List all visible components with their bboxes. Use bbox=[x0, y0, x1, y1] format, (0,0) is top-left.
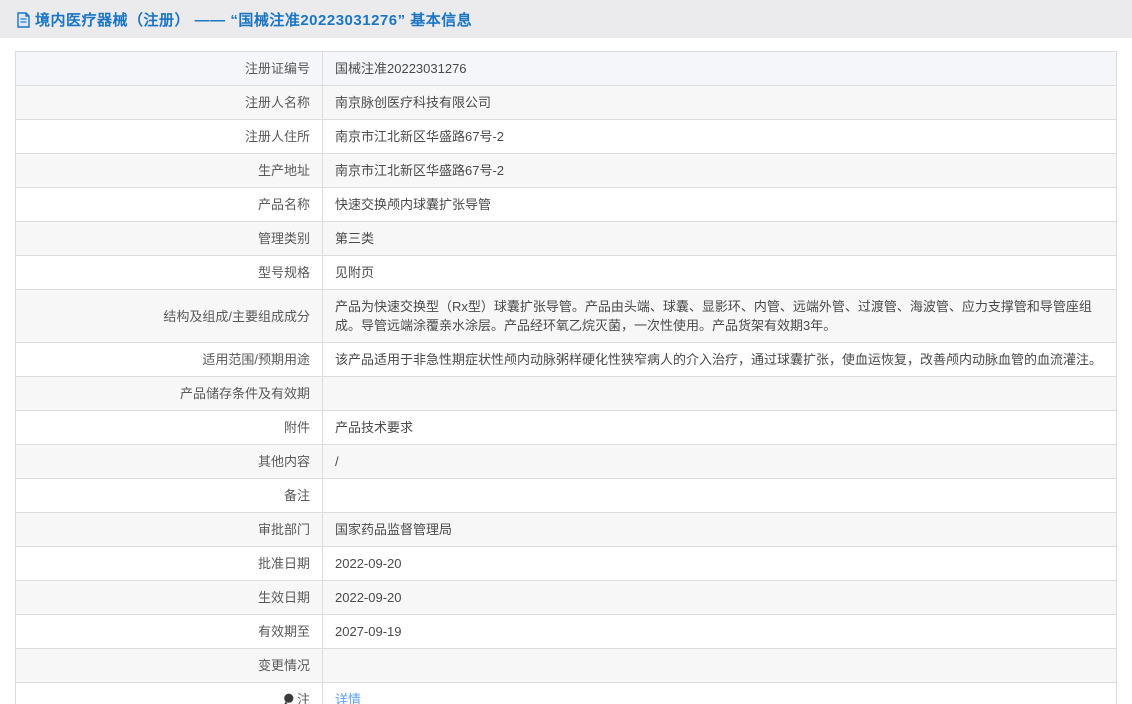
row-value: 国械注准20223031276 bbox=[323, 52, 1117, 86]
row-value: 详情 bbox=[323, 683, 1117, 704]
content-panel: 注册证编号国械注准20223031276注册人名称南京脉创医疗科技有限公司注册人… bbox=[0, 38, 1132, 704]
row-label: 附件 bbox=[16, 411, 323, 445]
row-value: 快速交换颅内球囊扩张导管 bbox=[323, 188, 1117, 222]
table-row: 型号规格见附页 bbox=[16, 256, 1117, 290]
row-label: 适用范围/预期用途 bbox=[16, 343, 323, 377]
row-label: 审批部门 bbox=[16, 513, 323, 547]
row-label: 注册人住所 bbox=[16, 120, 323, 154]
row-value: 见附页 bbox=[323, 256, 1117, 290]
table-row: 批准日期2022-09-20 bbox=[16, 547, 1117, 581]
row-value: / bbox=[323, 445, 1117, 479]
row-value: 产品为快速交换型（Rx型）球囊扩张导管。产品由头端、球囊、显影环、内管、远端外管… bbox=[323, 290, 1117, 343]
detail-link[interactable]: 详情 bbox=[335, 692, 361, 704]
row-value: 南京脉创医疗科技有限公司 bbox=[323, 86, 1117, 120]
row-label: 批准日期 bbox=[16, 547, 323, 581]
table-row: 产品储存条件及有效期 bbox=[16, 377, 1117, 411]
table-row: 附件产品技术要求 bbox=[16, 411, 1117, 445]
table-row: 注册证编号国械注准20223031276 bbox=[16, 52, 1117, 86]
row-value: 第三类 bbox=[323, 222, 1117, 256]
row-label: 生效日期 bbox=[16, 581, 323, 615]
row-value: 南京市江北新区华盛路67号-2 bbox=[323, 120, 1117, 154]
table-row: 备注 bbox=[16, 479, 1117, 513]
table-row: 生产地址南京市江北新区华盛路67号-2 bbox=[16, 154, 1117, 188]
row-value: 产品技术要求 bbox=[323, 411, 1117, 445]
row-value: 2022-09-20 bbox=[323, 547, 1117, 581]
row-label: 有效期至 bbox=[16, 615, 323, 649]
row-label: 型号规格 bbox=[16, 256, 323, 290]
row-label: 注 bbox=[16, 683, 323, 704]
registration-table: 注册证编号国械注准20223031276注册人名称南京脉创医疗科技有限公司注册人… bbox=[15, 51, 1117, 704]
row-value: 南京市江北新区华盛路67号-2 bbox=[323, 154, 1117, 188]
row-value: 该产品适用于非急性期症状性颅内动脉粥样硬化性狭窄病人的介入治疗，通过球囊扩张，使… bbox=[323, 343, 1117, 377]
table-row: 有效期至2027-09-19 bbox=[16, 615, 1117, 649]
table-row: 管理类别第三类 bbox=[16, 222, 1117, 256]
row-label: 生产地址 bbox=[16, 154, 323, 188]
title-bar: 境内医疗器械（注册） —— “国械注准20223031276” 基本信息 bbox=[0, 0, 1132, 38]
row-label: 结构及组成/主要组成成分 bbox=[16, 290, 323, 343]
row-label: 注册证编号 bbox=[16, 52, 323, 86]
row-value bbox=[323, 649, 1117, 683]
page-title: 境内医疗器械（注册） —— “国械注准20223031276” 基本信息 bbox=[35, 9, 472, 30]
row-label: 管理类别 bbox=[16, 222, 323, 256]
row-label: 变更情况 bbox=[16, 649, 323, 683]
row-label: 备注 bbox=[16, 479, 323, 513]
table-row: 结构及组成/主要组成成分产品为快速交换型（Rx型）球囊扩张导管。产品由头端、球囊… bbox=[16, 290, 1117, 343]
row-label: 其他内容 bbox=[16, 445, 323, 479]
table-row: 注册人住所南京市江北新区华盛路67号-2 bbox=[16, 120, 1117, 154]
table-row: 适用范围/预期用途该产品适用于非急性期症状性颅内动脉粥样硬化性狭窄病人的介入治疗… bbox=[16, 343, 1117, 377]
row-label: 注册人名称 bbox=[16, 86, 323, 120]
table-row: 变更情况 bbox=[16, 649, 1117, 683]
note-icon bbox=[283, 692, 294, 704]
table-row: 审批部门国家药品监督管理局 bbox=[16, 513, 1117, 547]
row-value bbox=[323, 377, 1117, 411]
table-row: 注册人名称南京脉创医疗科技有限公司 bbox=[16, 86, 1117, 120]
row-value: 国家药品监督管理局 bbox=[323, 513, 1117, 547]
document-icon bbox=[16, 12, 31, 28]
row-value: 2022-09-20 bbox=[323, 581, 1117, 615]
row-label: 产品储存条件及有效期 bbox=[16, 377, 323, 411]
row-value: 2027-09-19 bbox=[323, 615, 1117, 649]
row-label: 产品名称 bbox=[16, 188, 323, 222]
table-row: 生效日期2022-09-20 bbox=[16, 581, 1117, 615]
table-row: 注详情 bbox=[16, 683, 1117, 704]
table-row: 产品名称快速交换颅内球囊扩张导管 bbox=[16, 188, 1117, 222]
row-value bbox=[323, 479, 1117, 513]
table-row: 其他内容/ bbox=[16, 445, 1117, 479]
registration-table-body: 注册证编号国械注准20223031276注册人名称南京脉创医疗科技有限公司注册人… bbox=[16, 52, 1117, 704]
